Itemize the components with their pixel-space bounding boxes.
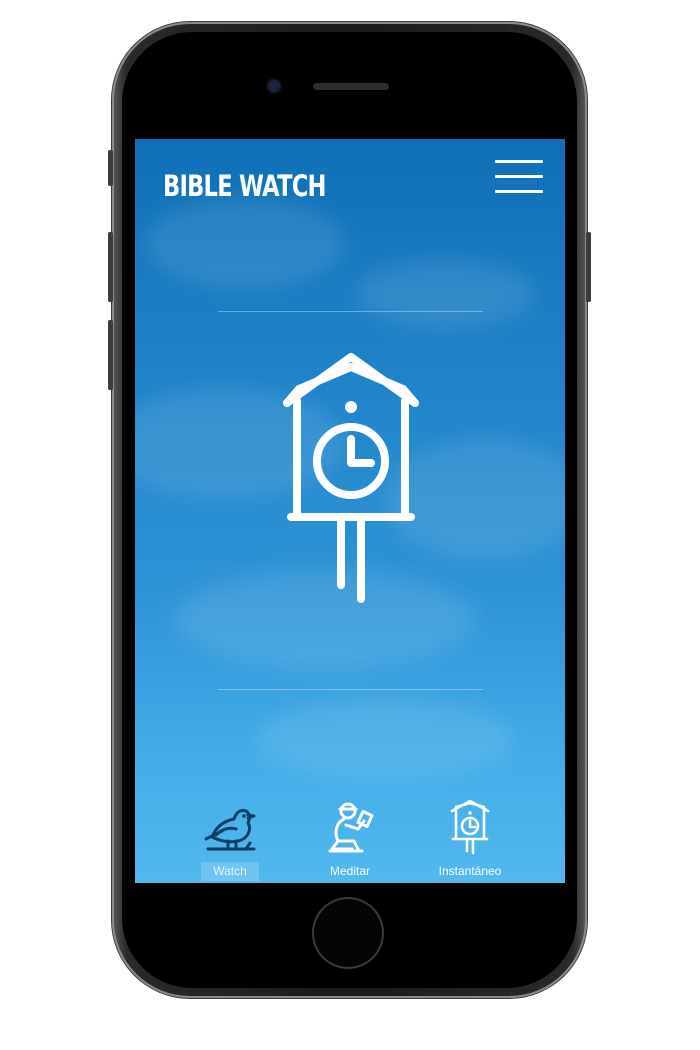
cloud	[255, 699, 515, 779]
home-button[interactable]	[312, 897, 384, 969]
tab-meditar[interactable]: Meditar	[290, 789, 410, 883]
bird-icon	[204, 809, 256, 851]
hamburger-menu-icon[interactable]	[495, 159, 545, 195]
divider-top	[218, 311, 483, 312]
cuckoo-clock-icon	[283, 353, 419, 603]
tab-label: Meditar	[329, 864, 370, 878]
tab-label: Watch	[213, 864, 247, 878]
kneeling-reading-person-icon	[328, 802, 374, 853]
app-title: BIBLE WATCH	[163, 169, 326, 203]
power-button	[586, 232, 591, 302]
mute-switch	[108, 150, 113, 186]
front-camera	[268, 80, 280, 92]
volume-up-button	[108, 232, 113, 302]
tab-label: Instantáneo	[438, 864, 502, 878]
tab-watch[interactable]: Watch	[170, 789, 290, 883]
cloud	[355, 259, 535, 329]
app-screen: BIBLE WATCH Watch Meditar Instantáneo	[135, 139, 565, 883]
earpiece-speaker	[313, 83, 389, 90]
bottom-tab-bar: Watch Meditar Instantáneo	[135, 789, 565, 883]
tab-instantaneo[interactable]: Instantáneo	[410, 789, 530, 883]
cloud	[145, 199, 345, 289]
divider-bottom	[218, 689, 483, 690]
volume-down-button	[108, 320, 113, 390]
cuckoo-clock-icon	[450, 799, 490, 855]
